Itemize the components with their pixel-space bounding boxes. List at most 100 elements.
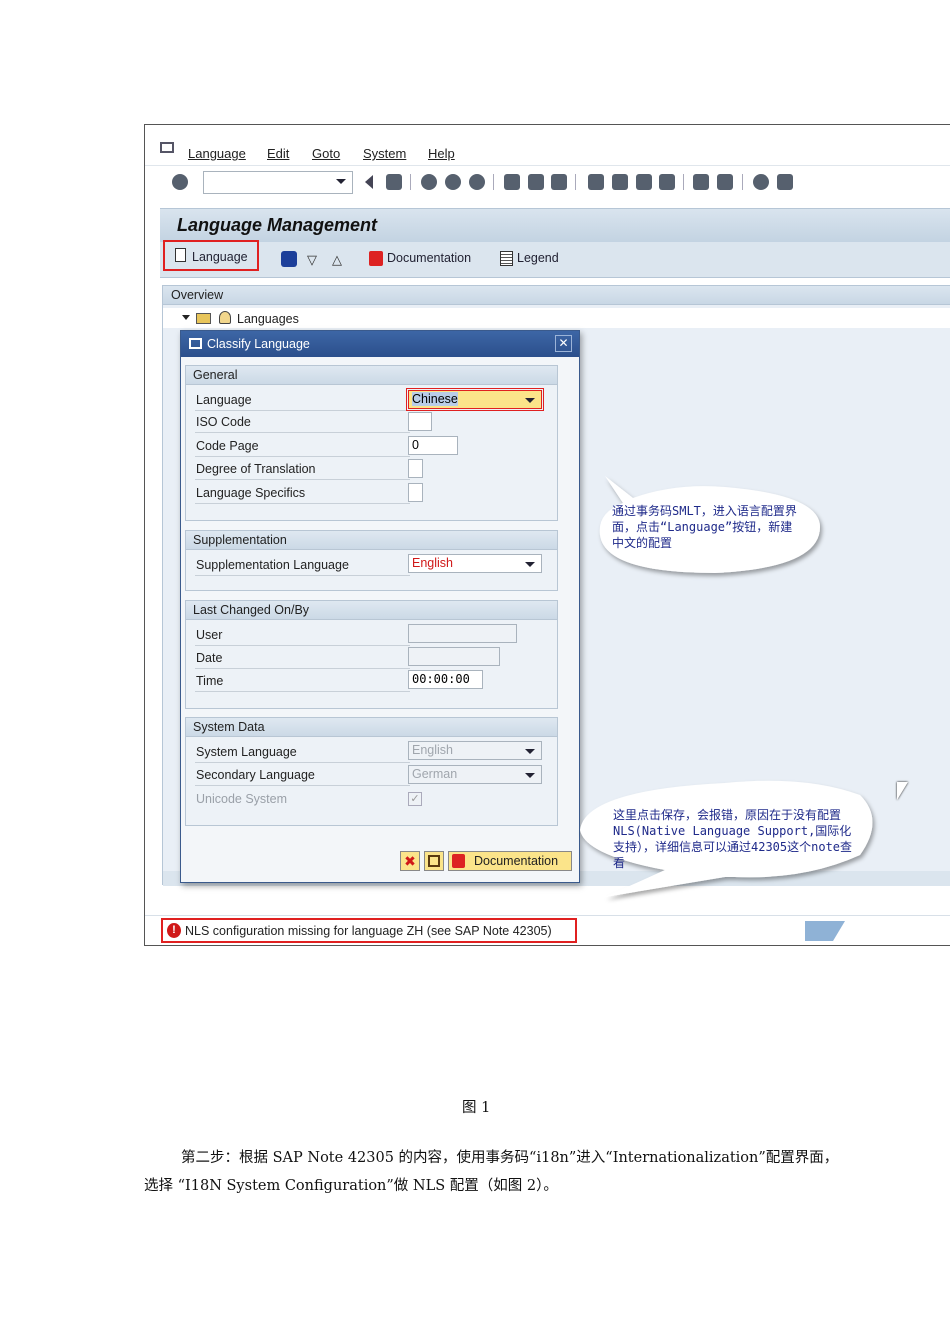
- date-field: [408, 647, 500, 666]
- menu-help[interactable]: Help: [428, 146, 455, 161]
- help-icon[interactable]: [753, 174, 769, 190]
- group-supplementation: Supplementation Supplementation Language…: [185, 530, 558, 591]
- group-header: System Data: [186, 718, 557, 737]
- menu-label: Help: [428, 146, 455, 161]
- code-page-input[interactable]: 0: [408, 436, 458, 455]
- exit-icon[interactable]: [445, 174, 461, 190]
- status-message[interactable]: ! NLS configuration missing for language…: [161, 918, 577, 943]
- find-icon[interactable]: [528, 174, 544, 190]
- field-label: Language: [196, 393, 252, 407]
- supplementation-language-dropdown[interactable]: English: [408, 554, 542, 573]
- print-icon[interactable]: [504, 174, 520, 190]
- expand-all-icon[interactable]: ▽: [307, 252, 317, 268]
- documentation-button[interactable]: Documentation: [369, 250, 484, 270]
- screen-title-bar: Language Management: [160, 208, 950, 242]
- save-button[interactable]: [424, 851, 444, 871]
- person-icon: [219, 311, 231, 324]
- menu-language[interactable]: Language: [188, 146, 246, 161]
- back-arrow-icon[interactable]: [365, 175, 373, 189]
- error-icon: !: [167, 923, 181, 938]
- separator: [742, 174, 743, 190]
- system-language-dropdown: English: [408, 741, 542, 760]
- iso-code-input[interactable]: [408, 412, 432, 431]
- user-field: [408, 624, 517, 643]
- field-label: Degree of Translation: [196, 462, 316, 476]
- expand-triangle-icon[interactable]: [182, 315, 190, 320]
- status-text: NLS configuration missing for language Z…: [185, 924, 552, 938]
- time-field: 00:00:00: [408, 670, 483, 689]
- documentation-icon: [369, 251, 383, 266]
- group-system-data: System Data System Language English Seco…: [185, 717, 558, 826]
- refresh-icon[interactable]: [281, 251, 297, 267]
- command-field[interactable]: [203, 171, 353, 194]
- legend-button[interactable]: Legend: [500, 250, 570, 270]
- menu-icon[interactable]: [160, 142, 174, 153]
- menu-label: Edit: [267, 146, 290, 161]
- folder-icon: [196, 313, 211, 324]
- field-label: User: [196, 628, 223, 642]
- enter-icon[interactable]: [172, 174, 188, 190]
- button-label: Language: [192, 250, 248, 264]
- secondary-language-dropdown: German: [408, 765, 542, 784]
- cancel-icon[interactable]: [469, 174, 485, 190]
- status-bar: ! NLS configuration missing for language…: [145, 915, 950, 945]
- dialog-title-bar: Classify Language ✕: [181, 331, 579, 357]
- dialog-icon: [189, 338, 202, 349]
- language-dropdown[interactable]: Chinese: [406, 388, 544, 411]
- first-page-icon[interactable]: [588, 174, 604, 190]
- field-label: Date: [196, 651, 223, 665]
- button-label: Documentation: [474, 854, 559, 868]
- menu-goto[interactable]: Goto: [312, 146, 340, 161]
- back-icon[interactable]: [421, 174, 437, 190]
- mouse-cursor-icon: [897, 782, 908, 800]
- field-label: Code Page: [196, 439, 259, 453]
- last-page-icon[interactable]: [659, 174, 675, 190]
- callout-text-second: 这里点击保存，会报错，原因在于没有配置NLS(Native Language S…: [613, 808, 853, 870]
- group-header: Supplementation: [186, 531, 557, 550]
- new-session-icon[interactable]: [693, 174, 709, 190]
- figure-caption: 图 1: [462, 1100, 491, 1116]
- find-next-icon[interactable]: [551, 174, 567, 190]
- separator: [575, 174, 576, 190]
- layout-menu-icon[interactable]: [777, 174, 793, 190]
- degree-of-translation-input[interactable]: [408, 459, 423, 478]
- tree-row[interactable]: Languages: [163, 308, 950, 328]
- documentation-button[interactable]: Documentation: [448, 851, 572, 871]
- collapse-all-icon[interactable]: △: [332, 252, 342, 268]
- prev-page-icon[interactable]: [612, 174, 628, 190]
- legend-icon: [500, 251, 513, 266]
- tree-label: Languages: [237, 312, 299, 326]
- page-title: Language Management: [177, 215, 378, 235]
- classify-language-dialog: Classify Language ✕ General Language Chi…: [180, 330, 580, 883]
- field-label: Supplementation Language: [196, 558, 349, 572]
- unicode-system-checkbox: ✓: [408, 792, 422, 806]
- separator: [683, 174, 684, 190]
- save-icon[interactable]: [386, 174, 402, 190]
- language-specifics-input[interactable]: [408, 483, 423, 502]
- field-label: Secondary Language: [196, 768, 315, 782]
- menu-edit[interactable]: Edit: [267, 146, 289, 161]
- next-page-icon[interactable]: [636, 174, 652, 190]
- cancel-button[interactable]: ✖: [400, 851, 420, 871]
- group-header: General: [186, 366, 557, 385]
- callout-text-first: 通过事务码SMLT，进入语言配置界面，点击“Language”按钮，新建中文的配…: [612, 504, 797, 550]
- menu-bar: Language Edit Goto System Help: [145, 130, 950, 166]
- sap-logo: [805, 921, 845, 941]
- application-toolbar: Language ▽ △ Documentation Legend: [160, 240, 950, 278]
- field-label: Language Specifics: [196, 486, 306, 500]
- field-label: Time: [196, 674, 224, 688]
- save-icon: [428, 855, 440, 867]
- shortcut-icon[interactable]: [717, 174, 733, 190]
- field-value: Chinese: [412, 392, 458, 406]
- new-document-icon: [175, 248, 186, 262]
- documentation-icon: [452, 854, 465, 868]
- group-general: General Language Chinese ISO Code Code P…: [185, 365, 558, 521]
- field-label: System Language: [196, 745, 297, 759]
- close-button[interactable]: ✕: [555, 335, 572, 352]
- field-label: Unicode System: [196, 792, 288, 806]
- button-label: Documentation: [387, 251, 472, 265]
- button-label: Legend: [517, 251, 559, 265]
- new-language-button[interactable]: Language: [163, 240, 259, 271]
- menu-system[interactable]: System: [363, 146, 406, 161]
- group-header: Last Changed On/By: [186, 601, 557, 620]
